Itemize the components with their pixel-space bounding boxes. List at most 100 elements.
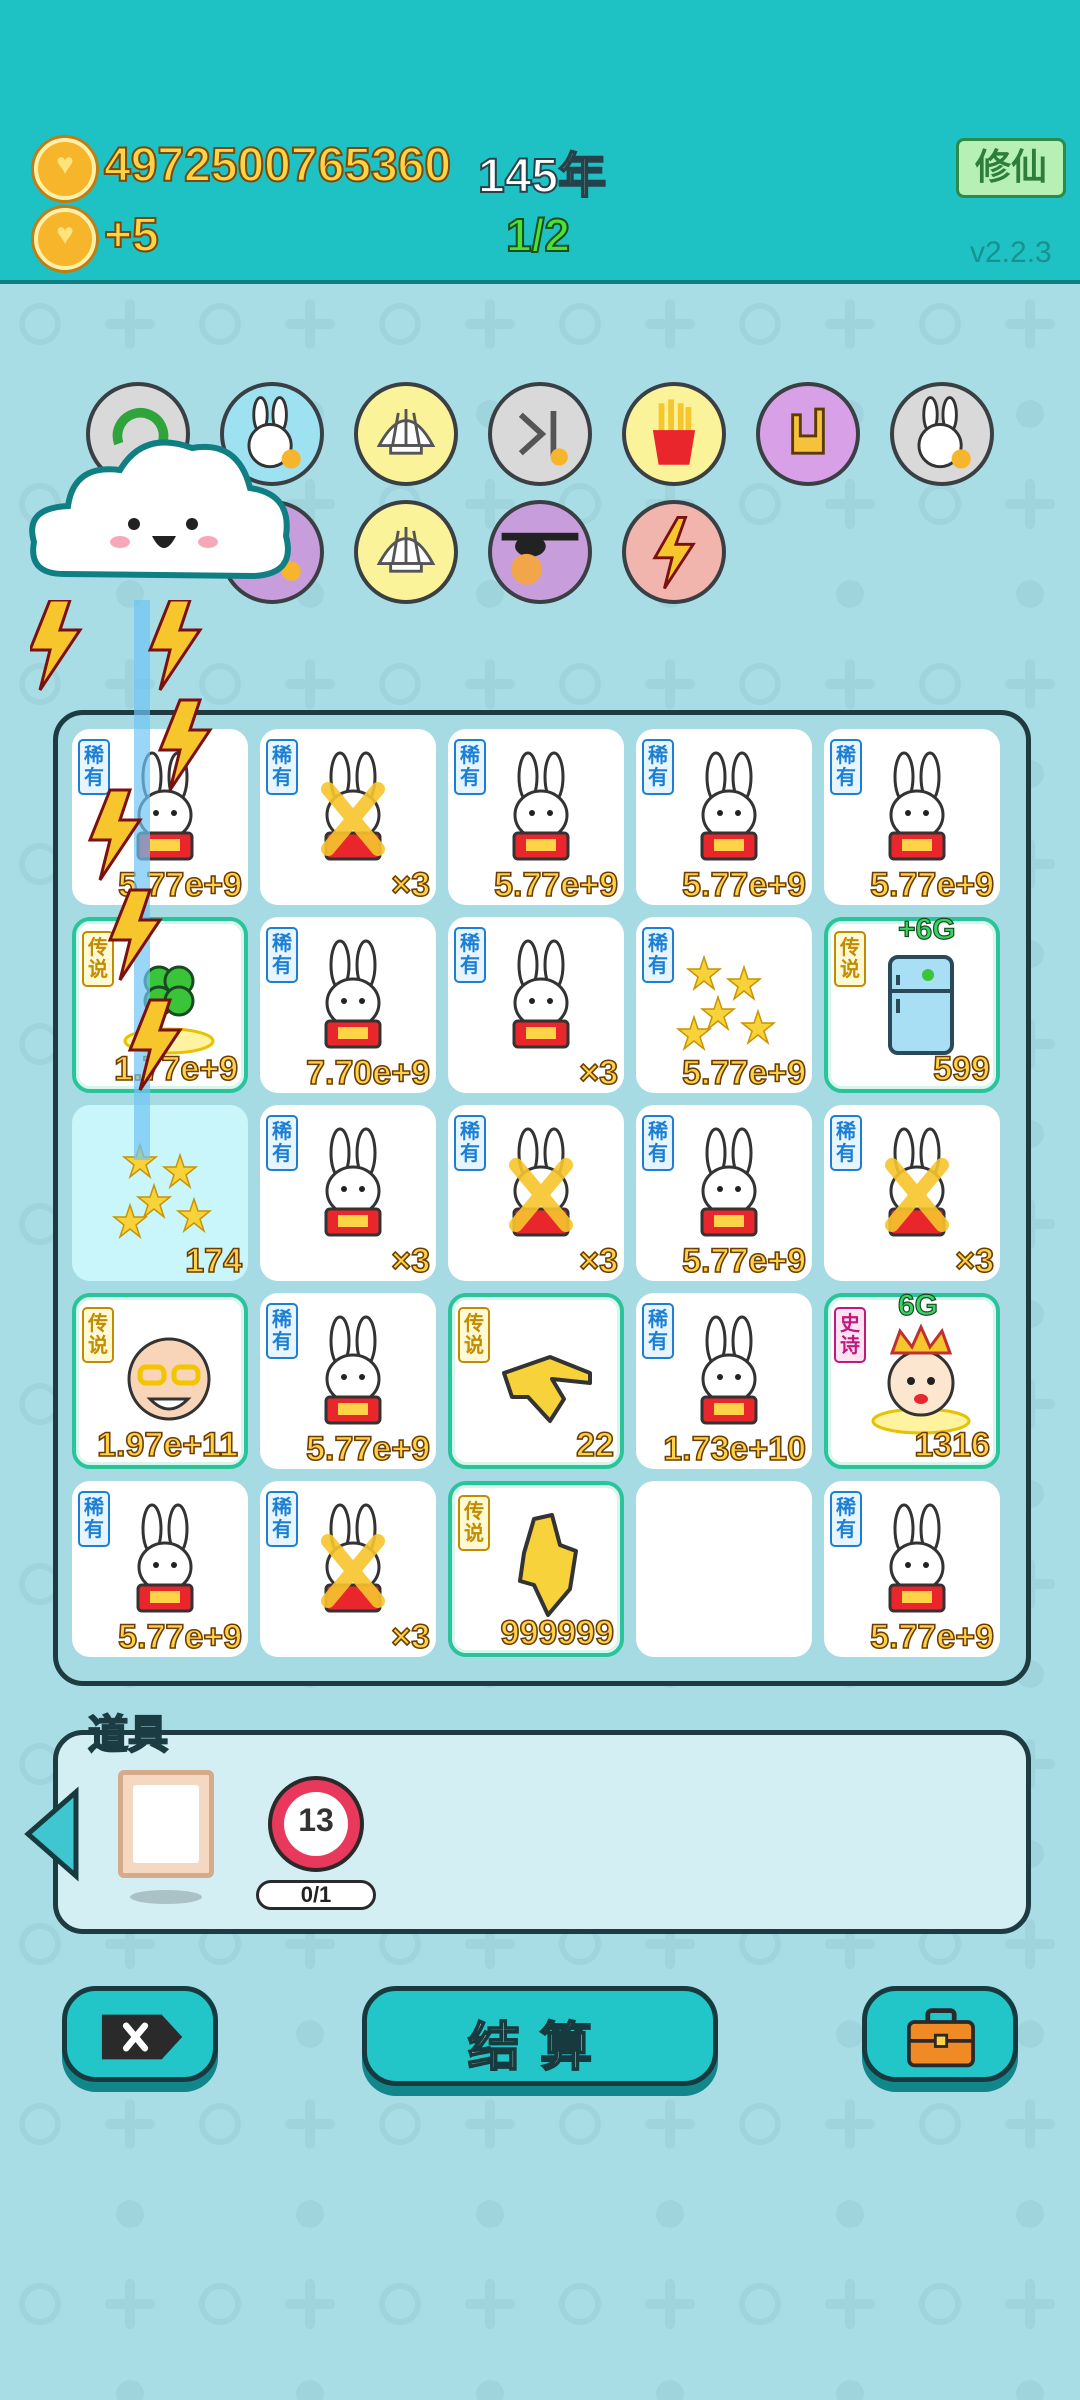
rabbit-icon: [298, 937, 408, 1057]
board-cell[interactable]: 传说 22: [448, 1293, 624, 1469]
board-cell[interactable]: 稀有 ×3: [260, 729, 436, 905]
cell-value: 5.77e+9: [493, 865, 618, 905]
board-cell[interactable]: 传说 +6G 599: [824, 912, 1000, 1093]
board-cell[interactable]: 稀有 5.77e+9: [448, 729, 624, 905]
fridge-icon: [866, 941, 976, 1061]
items-title: 道具: [87, 1712, 169, 1758]
lightning-relic-icon[interactable]: [622, 500, 726, 604]
skip-relic-icon[interactable]: [488, 382, 592, 486]
cell-value: 5.77e+9: [305, 1429, 430, 1469]
cell-value: 1.73e+10: [662, 1429, 806, 1469]
shell-relic-icon[interactable]: [354, 382, 458, 486]
rabbit-crossed-icon: [486, 1125, 596, 1245]
board-cell[interactable]: 传说 999999: [448, 1481, 624, 1657]
items-left-arrow-icon[interactable]: [20, 1786, 82, 1882]
board-cell[interactable]: 稀有 5.77e+9: [824, 729, 1000, 905]
rarity-tag: 稀有: [78, 1491, 110, 1547]
frame-item-icon[interactable]: [118, 1770, 214, 1878]
board-cell[interactable]: 稀有 ×3: [448, 917, 624, 1093]
rarity-tag: 稀有: [78, 739, 110, 795]
board-cell[interactable]: 稀有 7.70e+9: [260, 917, 436, 1093]
board-cell[interactable]: 稀有 ×3: [448, 1105, 624, 1281]
frame-item-shadow: [130, 1890, 202, 1904]
cell-value: 1.77e+9: [113, 1049, 238, 1089]
rabbit-relic-icon-2[interactable]: [890, 382, 994, 486]
rabbit-relic-icon[interactable]: [220, 382, 324, 486]
rock-hand-relic-icon[interactable]: [756, 382, 860, 486]
cell-value: 7.70e+9: [305, 1053, 430, 1093]
wave-counter: 1/2: [505, 208, 571, 262]
cell-value: 5.77e+9: [117, 865, 242, 905]
rarity-tag: 稀有: [454, 739, 486, 795]
board-cell[interactable]: 稀有 5.77e+9: [636, 729, 812, 905]
cancel-button[interactable]: [62, 1986, 218, 2082]
rarity-tag: 传说: [82, 931, 114, 987]
board-cell[interactable]: 稀有 ×3: [260, 1105, 436, 1281]
rabbit-icon: [298, 1125, 408, 1245]
refresh-relic-icon[interactable]: [86, 382, 190, 486]
cell-value: 5.77e+9: [681, 1241, 806, 1281]
cell-value: 1316: [914, 1425, 991, 1465]
target-item-count: 0/1: [256, 1880, 376, 1910]
cell-value: 5.77e+9: [681, 1053, 806, 1093]
rarity-tag: 稀有: [266, 1491, 298, 1547]
board-cell[interactable]: 史诗 6G 1316: [824, 1288, 1000, 1469]
board-cell[interactable]: 稀有 5.77e+9: [636, 1105, 812, 1281]
cell-value: 5.77e+9: [869, 865, 994, 905]
cell-badge: 6G: [897, 1288, 939, 1322]
rarity-tag: 稀有: [830, 739, 862, 795]
stars-icon: [674, 937, 784, 1057]
rabbit-icon: [298, 1313, 408, 1433]
cell-value: 599: [932, 1049, 990, 1089]
rarity-tag: 传说: [82, 1307, 114, 1363]
rabbit-icon: [862, 749, 972, 869]
target-item-icon[interactable]: 13: [268, 1776, 364, 1872]
board-cell[interactable]: 稀有 5.77e+9: [260, 1293, 436, 1469]
purple-relic-icon[interactable]: [220, 500, 324, 604]
bag-button[interactable]: [862, 1986, 1018, 2082]
income-coin-icon: [34, 208, 96, 270]
cell-value: 5.77e+9: [869, 1617, 994, 1657]
rarity-tag: 稀有: [642, 1115, 674, 1171]
rabbit-icon: [862, 1501, 972, 1621]
board-cell[interactable]: 稀有 1.73e+10: [636, 1293, 812, 1469]
coin-icon: [34, 138, 96, 200]
rarity-tag: 稀有: [266, 1115, 298, 1171]
rarity-tag: 稀有: [642, 1303, 674, 1359]
cell-value: ×3: [390, 1617, 430, 1657]
board-cell[interactable]: 稀有 5.77e+9: [72, 1481, 248, 1657]
board-cell[interactable]: 稀有 5.77e+9: [72, 729, 248, 905]
cell-value: ×3: [578, 1241, 618, 1281]
cell-value: ×3: [954, 1241, 994, 1281]
rarity-tag: 稀有: [266, 739, 298, 795]
fries-relic-icon[interactable]: [622, 382, 726, 486]
rabbit-icon: [674, 1313, 784, 1433]
rarity-tag: 稀有: [454, 1115, 486, 1171]
settle-button[interactable]: 结算: [362, 1986, 718, 2086]
board-cell[interactable]: 稀有 ×3: [824, 1105, 1000, 1281]
board-cell[interactable]: 传说 1.97e+11: [72, 1293, 248, 1469]
rabbit-icon: [674, 1125, 784, 1245]
hand-down-icon: [490, 1505, 600, 1625]
coin-total: 4972500765360: [103, 138, 452, 193]
briefcase-icon: [907, 2008, 975, 2068]
cell-value: 5.77e+9: [117, 1617, 242, 1657]
xiuxian-button[interactable]: 修仙: [956, 138, 1066, 198]
rarity-tag: 稀有: [830, 1491, 862, 1547]
rarity-tag: 稀有: [266, 1303, 298, 1359]
rarity-tag: 稀有: [642, 739, 674, 795]
board-cell[interactable]: 稀有 ×3: [260, 1481, 436, 1657]
empty-board-cell[interactable]: [636, 1481, 812, 1657]
eyepatch-peach-relic-icon[interactable]: [488, 500, 592, 604]
board-cell[interactable]: 稀有 5.77e+9: [824, 1481, 1000, 1657]
year-counter: 145年: [477, 149, 607, 204]
shell-relic-icon-2[interactable]: [354, 500, 458, 604]
old-man-icon: [114, 1317, 224, 1437]
clover-icon: [114, 941, 224, 1061]
board-cell[interactable]: 传说 1.77e+9: [72, 917, 248, 1093]
board-cell[interactable]: 稀有 5.77e+9: [636, 917, 812, 1093]
rabbit-crossed-icon: [298, 1501, 408, 1621]
cell-badge: +6G: [897, 912, 956, 946]
board-cell[interactable]: 174: [72, 1105, 248, 1281]
king-icon: [866, 1317, 976, 1437]
